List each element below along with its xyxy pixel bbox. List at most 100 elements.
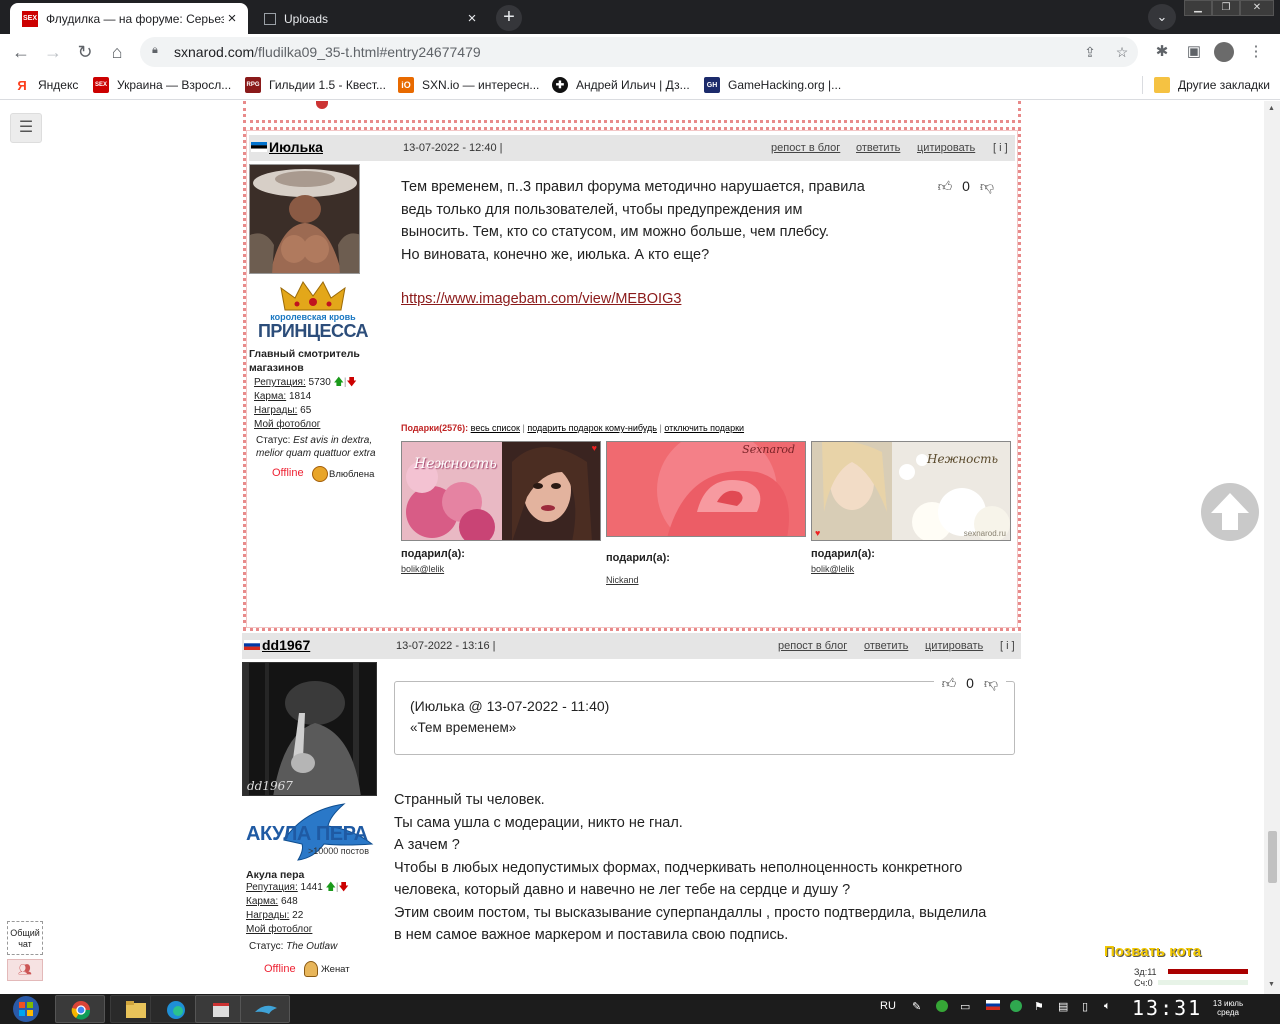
bookmark-sxn[interactable]: iO SXN.io — интересн... xyxy=(398,76,539,94)
thumbs-down-icon[interactable]: 👎︎ xyxy=(982,675,1000,692)
reply-link[interactable]: ответить xyxy=(856,142,900,154)
dolphin-taskbar-button[interactable] xyxy=(240,995,290,1023)
menu-kebab-icon[interactable]: ⋮ xyxy=(1246,42,1266,62)
edge-taskbar-button[interactable] xyxy=(150,995,200,1023)
chrome-taskbar-button[interactable] xyxy=(55,995,105,1023)
karma-label[interactable]: Карма: xyxy=(254,391,286,402)
tab-uploads[interactable]: Uploads × xyxy=(250,3,488,34)
minimize-button[interactable]: ▁ xyxy=(1184,0,1212,16)
scroll-to-top-button[interactable] xyxy=(1201,483,1259,541)
russia-flag-icon[interactable] xyxy=(986,1000,1000,1010)
volume-icon[interactable]: 🔈︎ xyxy=(1104,1000,1111,1013)
repost-link[interactable]: репост в блог xyxy=(778,640,847,652)
start-button[interactable] xyxy=(6,994,46,1024)
gift-give-link[interactable]: подарить подарок кому-нибудь xyxy=(527,423,657,433)
network-icon[interactable]: ▤ xyxy=(1058,1000,1068,1013)
thumbs-down-icon[interactable]: 👎︎ xyxy=(978,178,996,195)
awards-label[interactable]: Награды: xyxy=(254,405,297,416)
back-arrow-icon[interactable]: ← xyxy=(8,39,34,65)
bookmark-ukraina[interactable]: SEX Украина — Взросл... xyxy=(93,76,231,94)
extensions-puzzle-icon[interactable]: ✱ xyxy=(1152,42,1172,62)
gifts-all-link[interactable]: весь список xyxy=(471,423,520,433)
bookmark-star-icon[interactable]: ☆ xyxy=(1112,42,1132,62)
gifts-off-link[interactable]: отключить подарки xyxy=(664,423,744,433)
whatsapp-icon[interactable] xyxy=(1010,1000,1022,1012)
gift-giver-link[interactable]: bolik@lelik xyxy=(811,564,854,574)
profile-avatar[interactable] xyxy=(1214,42,1234,62)
avatar[interactable] xyxy=(249,164,360,274)
reputation-label[interactable]: Репутация: xyxy=(246,882,298,893)
awards-label[interactable]: Награды: xyxy=(246,910,289,921)
info-link[interactable]: [ i ] xyxy=(1000,640,1015,652)
vertical-scrollbar[interactable]: ▲ ▼ xyxy=(1264,101,1280,994)
photoblog-link[interactable]: Мой фотоблог xyxy=(254,419,320,430)
scroll-up-icon[interactable]: ▲ xyxy=(1268,105,1276,113)
reload-icon[interactable]: ↻ xyxy=(72,39,98,65)
karma-row: Карма: 1814 xyxy=(254,390,389,404)
avatar[interactable]: dd1967 xyxy=(242,662,377,796)
quote-link[interactable]: цитировать xyxy=(925,640,983,652)
avatar-image xyxy=(250,165,359,273)
app-taskbar-button[interactable] xyxy=(195,995,245,1023)
scroll-down-icon[interactable]: ▼ xyxy=(1268,981,1276,989)
other-bookmarks[interactable]: Другие закладки xyxy=(1154,76,1270,94)
general-chat-button[interactable]: Общий чат xyxy=(7,921,43,955)
arrow-up-icon xyxy=(1211,493,1249,530)
bookmark-andrey[interactable]: ✚ Андрей Ильич | Дз... xyxy=(552,76,690,94)
reputation-label[interactable]: Репутация: xyxy=(254,377,306,388)
maximize-button[interactable]: ❐ xyxy=(1212,0,1240,16)
rep-down-icon[interactable]: 🡇 xyxy=(346,377,356,388)
thumbs-up-icon[interactable]: 👍︎ xyxy=(940,675,958,692)
gift-image[interactable]: Sexnarod xyxy=(606,441,806,537)
clock[interactable]: 13:31 xyxy=(1132,996,1202,1020)
share-icon[interactable]: ⇪ xyxy=(1080,42,1100,62)
karma-label[interactable]: Карма: xyxy=(246,896,278,907)
windows-logo-icon xyxy=(13,996,39,1022)
info-link[interactable]: [ i ] xyxy=(993,142,1008,154)
forward-arrow-icon[interactable]: → xyxy=(40,39,66,65)
post-julka: Июлька 13-07-2022 - 12:40 | репост в бло… xyxy=(243,127,1021,631)
rep-up-icon[interactable]: 🡅 xyxy=(334,377,344,388)
gift-giver-link[interactable]: bolik@lelik xyxy=(401,564,444,574)
date[interactable]: 13 июль среда xyxy=(1208,999,1248,1017)
call-cat-link[interactable]: Позвать кота xyxy=(1104,943,1201,960)
flag-icon[interactable]: ⚑ xyxy=(1034,1000,1044,1013)
gift-giver-link[interactable]: Nickand xyxy=(606,575,639,585)
close-window-button[interactable]: ✕ xyxy=(1240,0,1274,16)
post-link[interactable]: https://www.imagebam.com/view/MEBOIG3 xyxy=(401,288,681,311)
thumbs-up-icon[interactable]: 👍︎ xyxy=(936,178,954,195)
post-author[interactable]: dd1967 xyxy=(262,637,310,653)
quote-link[interactable]: цитировать xyxy=(917,142,975,154)
pen-icon[interactable]: ✎ xyxy=(912,1000,921,1013)
home-icon[interactable]: ⌂ xyxy=(104,39,130,65)
hamburger-menu-icon[interactable]: ☰ xyxy=(10,113,42,143)
bar-label-2: Сч:0 xyxy=(1134,978,1153,988)
rep-up-icon[interactable]: 🡅 xyxy=(326,882,336,893)
monitor-icon[interactable]: ▭ xyxy=(960,1000,970,1013)
photoblog-link[interactable]: Мой фотоблог xyxy=(246,924,312,935)
close-icon[interactable]: × xyxy=(224,10,240,27)
address-bar[interactable]: 🔒︎ sxnarod.com/fludilka09_35-t.html#entr… xyxy=(140,37,1138,67)
battery-icon[interactable]: ▯ xyxy=(1082,1000,1088,1013)
repost-link[interactable]: репост в блог xyxy=(771,142,840,154)
post-author[interactable]: Июлька xyxy=(269,139,323,155)
scrollbar-thumb[interactable] xyxy=(1268,831,1277,883)
new-tab-button[interactable]: + xyxy=(496,5,522,31)
check-icon[interactable] xyxy=(936,1000,948,1012)
bookmark-guilds[interactable]: RPG Гильдии 1.5 - Квест... xyxy=(245,76,386,94)
weekday: среда xyxy=(1217,1008,1239,1017)
users-icon[interactable]: 👥︎ xyxy=(7,959,43,981)
bookmark-gamehacking[interactable]: GH GameHacking.org |... xyxy=(704,76,841,94)
gift-image[interactable]: Нежность sexnarod.ru ♥ xyxy=(811,441,1011,541)
gift-image[interactable]: Нежность ♥ xyxy=(401,441,601,541)
bookmark-yandex[interactable]: Я Яндекс xyxy=(14,76,78,94)
post-body: Странный ты человек. Ты сама ушла с моде… xyxy=(394,789,1034,947)
forum-page: ☰ Июлька 13-07-2022 - 12:40 | репост в б… xyxy=(0,101,1264,994)
language-indicator[interactable]: RU xyxy=(880,1000,896,1012)
rep-down-icon[interactable]: 🡇 xyxy=(338,882,348,893)
reply-link[interactable]: ответить xyxy=(864,640,908,652)
close-icon[interactable]: × xyxy=(464,10,480,27)
side-panel-icon[interactable]: ▣ xyxy=(1184,42,1204,62)
tab-search-chevron-icon[interactable]: ⌄ xyxy=(1148,4,1176,30)
tab-active[interactable]: SEX Флудилка — на форуме: Серьез × xyxy=(10,3,248,34)
